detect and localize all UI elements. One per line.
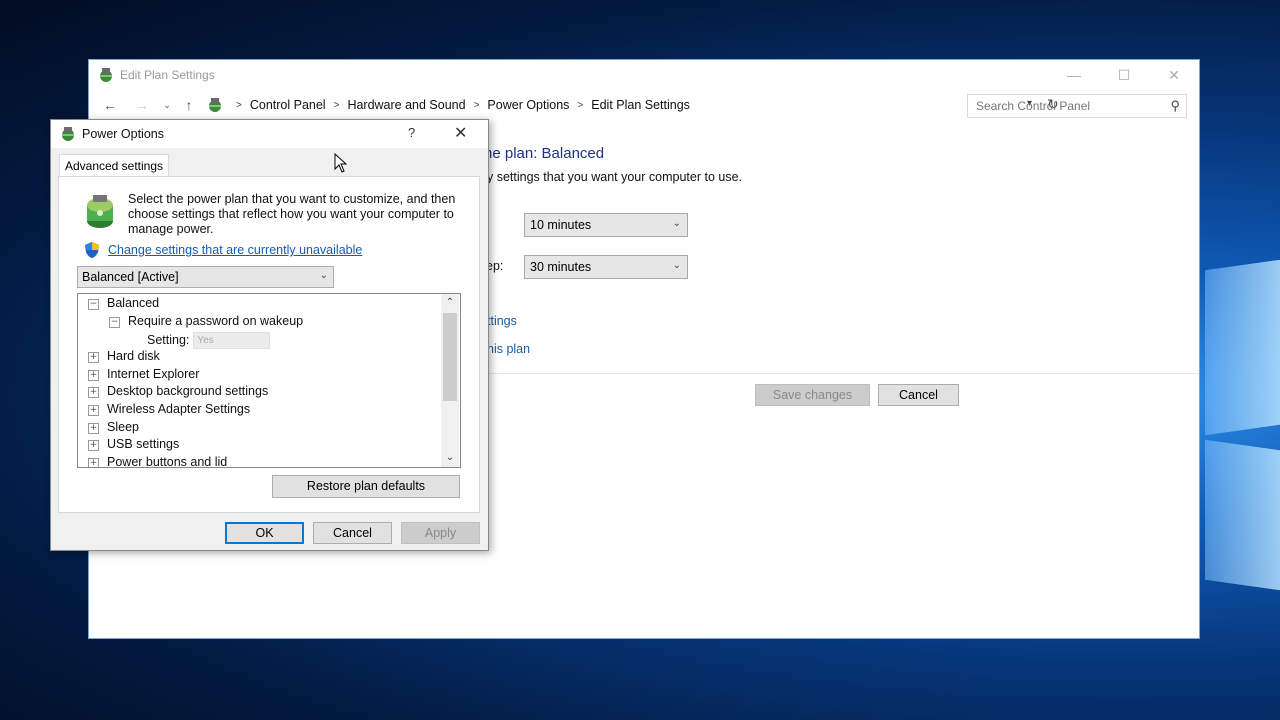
restore-plan-defaults-button[interactable]: Restore plan defaults	[272, 475, 460, 498]
setting-value-select[interactable]: Yes	[193, 332, 271, 349]
tree-item-label: Power buttons and lid	[107, 455, 228, 468]
plan-select[interactable]: Balanced [Active] ⌄	[77, 266, 334, 288]
scrollbar-thumb[interactable]	[443, 313, 457, 401]
tree-item-wireless-adapter[interactable]: + Wireless Adapter Settings	[88, 402, 250, 419]
plan-select-value: Balanced [Active]	[82, 270, 179, 284]
chevron-down-icon: ⌄	[672, 260, 681, 271]
tree-item-label: USB settings	[107, 437, 180, 451]
tree-item-label: Require a password on wakeup	[128, 314, 304, 328]
tree-scrollbar[interactable]: ⌃ ⌄	[441, 294, 459, 467]
battery-icon	[87, 195, 113, 228]
back-arrow-icon[interactable]: ←	[100, 96, 120, 114]
collapse-icon[interactable]: −	[88, 299, 99, 310]
chevron-right-icon: >	[236, 99, 242, 111]
breadcrumb-control-panel[interactable]: Control Panel	[250, 98, 326, 112]
settings-tree[interactable]: − Balanced − Require a password on wakeup …	[77, 293, 461, 468]
sleep-select[interactable]: 30 minutes ⌄	[524, 255, 688, 279]
save-changes-button[interactable]: Save changes	[755, 384, 870, 406]
display-off-select[interactable]: 10 minutes ⌄	[524, 213, 688, 237]
tree-setting-row: Setting: Yes	[147, 332, 271, 349]
tree-item-require-password[interactable]: − Require a password on wakeup	[109, 314, 303, 331]
search-icon[interactable]: ⚲	[1170, 98, 1180, 114]
collapse-icon[interactable]: −	[109, 317, 120, 328]
address-bar-row: ← → ⌄ ↑ > Control Panel > Hardware and S…	[89, 90, 1199, 120]
tree-item-label: Balanced	[107, 296, 160, 310]
help-button[interactable]: ?	[408, 125, 415, 140]
setting-label: Setting:	[147, 332, 190, 347]
chevron-right-icon[interactable]: >	[577, 100, 583, 111]
tab-advanced-settings[interactable]: Advanced settings	[59, 154, 169, 177]
tree-item-power-buttons[interactable]: + Power buttons and lid	[88, 455, 228, 468]
power-options-icon	[100, 68, 112, 82]
desktop-wallpaper-beam	[1205, 259, 1280, 436]
expand-icon[interactable]: +	[88, 440, 99, 451]
uac-shield-icon	[85, 242, 99, 258]
page-subtitle: y settings that you want your computer t…	[487, 170, 742, 184]
power-options-dialog: Power Options ? ✕ Advanced settings Sele…	[50, 119, 489, 551]
tree-item-internet-explorer[interactable]: + Internet Explorer	[88, 367, 199, 384]
chevron-down-icon: ⌄	[319, 270, 328, 281]
tree-item-hard-disk[interactable]: + Hard disk	[88, 349, 160, 366]
restore-defaults-link[interactable]: his plan	[487, 342, 530, 356]
tree-item-label: Hard disk	[107, 349, 160, 363]
dialog-title-bar[interactable]: Power Options ? ✕	[51, 120, 488, 148]
page-title: he plan: Balanced	[484, 145, 605, 162]
tree-item-label: Internet Explorer	[107, 367, 200, 381]
tree-item-balanced[interactable]: − Balanced	[88, 296, 159, 313]
dialog-title: Power Options	[82, 127, 164, 141]
display-off-value: 10 minutes	[530, 218, 592, 232]
forward-arrow-icon[interactable]: →	[132, 96, 152, 114]
dialog-close-button[interactable]: ✕	[454, 123, 467, 143]
cancel-button[interactable]: Cancel	[878, 384, 959, 406]
sleep-value: 30 minutes	[530, 260, 592, 274]
title-bar: Edit Plan Settings — ☐ ✕	[89, 60, 1199, 90]
tree-item-usb-settings[interactable]: + USB settings	[88, 437, 179, 454]
tree-item-label: Sleep	[107, 420, 139, 434]
advanced-settings-panel: Select the power plan that you want to c…	[58, 176, 480, 513]
power-options-icon	[62, 127, 74, 141]
tree-item-desktop-background[interactable]: + Desktop background settings	[88, 384, 268, 401]
expand-icon[interactable]: +	[88, 370, 99, 381]
maximize-button[interactable]: ☐	[1101, 64, 1147, 86]
tree-item-sleep[interactable]: + Sleep	[88, 420, 139, 437]
breadcrumb-power-options[interactable]: Power Options	[487, 98, 569, 112]
close-button[interactable]: ✕	[1151, 64, 1197, 86]
address-box[interactable]: > Control Panel > Hardware and Sound > P…	[202, 94, 1059, 116]
minimize-button[interactable]: —	[1051, 64, 1097, 86]
control-panel-icon	[209, 98, 221, 112]
up-arrow-icon[interactable]: ↑	[179, 96, 199, 114]
advanced-settings-link[interactable]: ttings	[487, 314, 517, 328]
divider	[489, 373, 1199, 374]
expand-icon[interactable]: +	[88, 423, 99, 434]
breadcrumb-hardware-and-sound[interactable]: Hardware and Sound	[347, 98, 465, 112]
apply-button[interactable]: Apply	[401, 522, 480, 544]
search-placeholder: Search Control Panel	[976, 99, 1091, 113]
tree-item-label: Wireless Adapter Settings	[107, 402, 251, 416]
dialog-cancel-button[interactable]: Cancel	[313, 522, 392, 544]
expand-icon[interactable]: +	[88, 458, 99, 467]
dialog-description: Select the power plan that you want to c…	[128, 192, 456, 236]
expand-icon[interactable]: +	[88, 352, 99, 363]
desktop-wallpaper-beam	[1205, 439, 1280, 591]
recent-locations-icon[interactable]: ⌄	[157, 96, 177, 114]
chevron-right-icon[interactable]: >	[474, 100, 480, 111]
search-input[interactable]: Search Control Panel ⚲	[967, 94, 1187, 118]
change-unavailable-settings-link[interactable]: Change settings that are currently unava…	[108, 243, 362, 257]
tree-item-label: Desktop background settings	[107, 384, 269, 398]
breadcrumb: > Control Panel > Hardware and Sound > P…	[228, 98, 690, 112]
expand-icon[interactable]: +	[88, 405, 99, 416]
mouse-cursor-icon	[334, 153, 348, 173]
ok-button[interactable]: OK	[225, 522, 304, 544]
scroll-down-icon[interactable]: ⌄	[441, 449, 459, 466]
chevron-right-icon[interactable]: >	[334, 100, 340, 111]
breadcrumb-edit-plan-settings[interactable]: Edit Plan Settings	[591, 98, 690, 112]
scroll-up-icon[interactable]: ⌃	[441, 294, 459, 311]
expand-icon[interactable]: +	[88, 387, 99, 398]
chevron-down-icon: ⌄	[672, 218, 681, 229]
window-title: Edit Plan Settings	[120, 68, 215, 82]
